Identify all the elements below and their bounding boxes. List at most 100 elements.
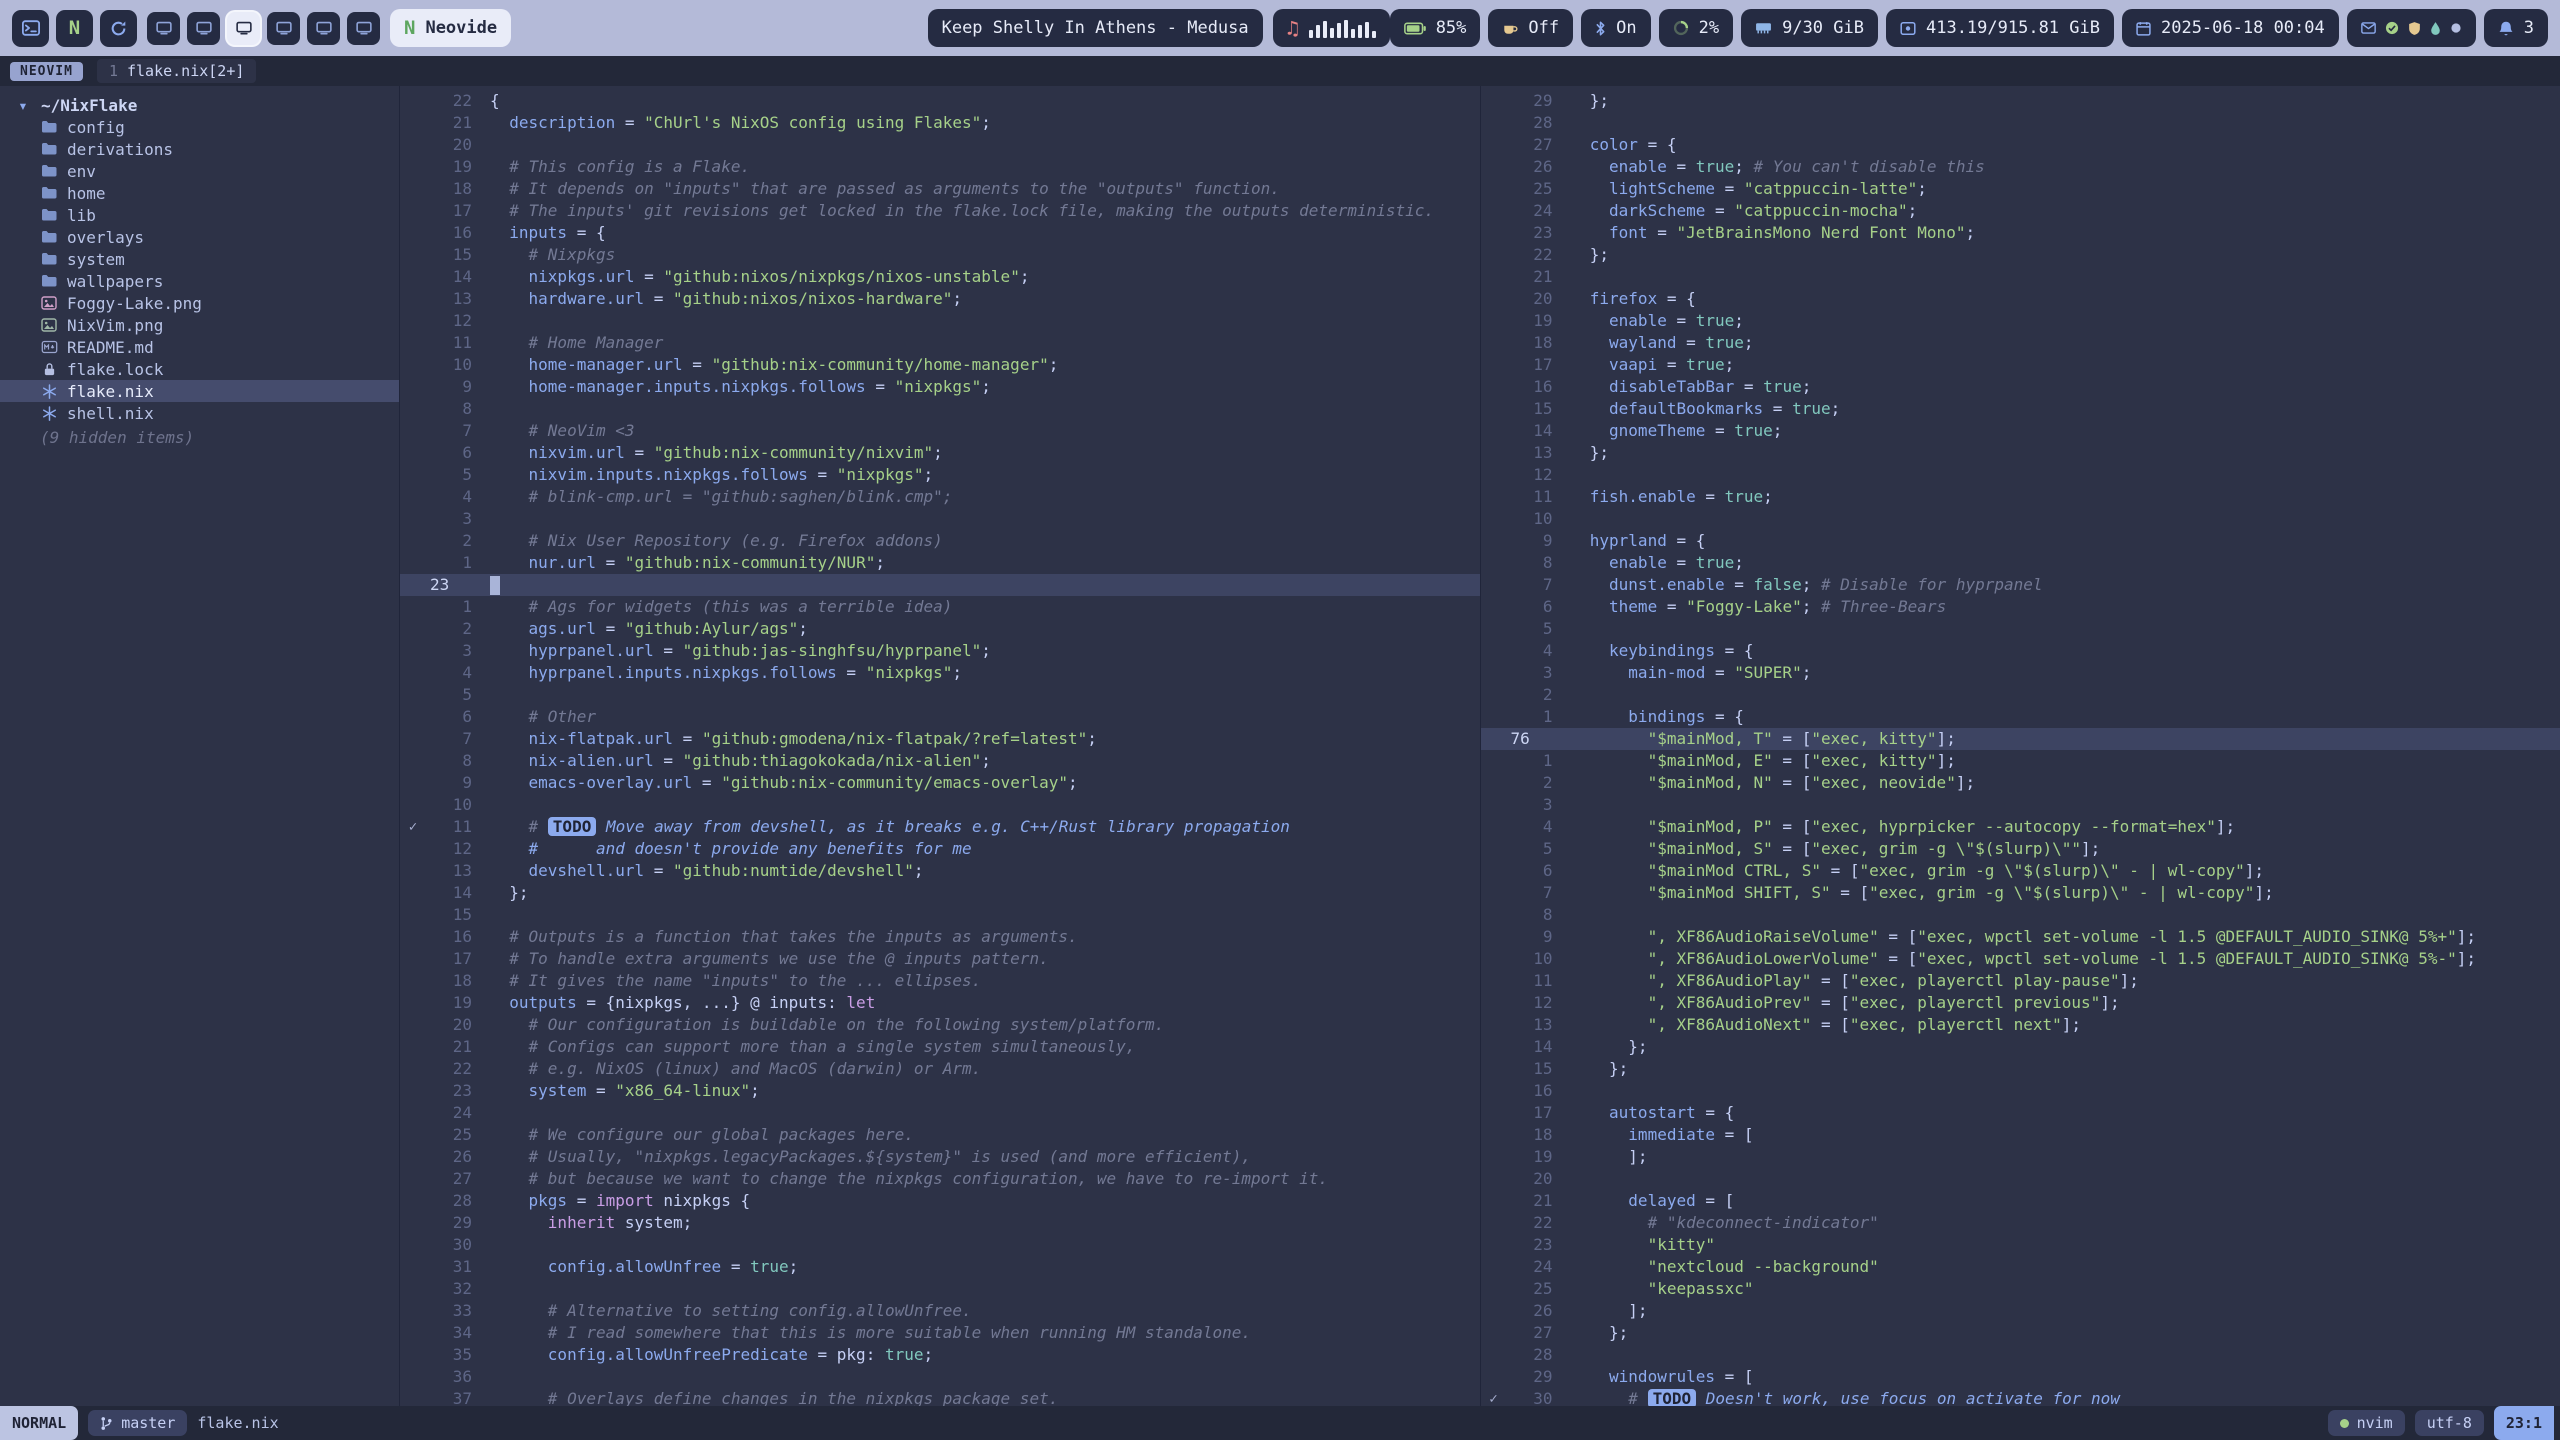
code-line[interactable]: 10 [400,794,1480,816]
code-line[interactable]: 2 [1481,684,2560,706]
code-line[interactable]: 27 # but because we want to change the n… [400,1168,1480,1190]
code-line[interactable]: 9 hyprland = { [1481,530,2560,552]
code-line[interactable]: 19 ]; [1481,1146,2560,1168]
bluetooth-pill[interactable]: On [1581,9,1650,47]
code-line[interactable]: 6 nixvim.url = "github:nix-community/nix… [400,442,1480,464]
code-line[interactable]: 7 nix-flatpak.url = "github:gmodena/nix-… [400,728,1480,750]
code-line[interactable]: 11 ", XF86AudioPlay" = ["exec, playerctl… [1481,970,2560,992]
code-line[interactable]: 6 # Other [400,706,1480,728]
tree-item-config[interactable]: config [0,116,399,138]
tree-item-overlays[interactable]: overlays [0,226,399,248]
code-line[interactable]: 13 ", XF86AudioNext" = ["exec, playerctl… [1481,1014,2560,1036]
code-line[interactable]: 23 font = "JetBrainsMono Nerd Font Mono"… [1481,222,2560,244]
memory-pill[interactable]: 9/30 GiB [1741,9,1878,47]
code-line[interactable]: 30 [400,1234,1480,1256]
code-line[interactable]: 29 }; [1481,90,2560,112]
clock-pill[interactable]: 2025-06-18 00:04 [2122,9,2339,47]
code-line[interactable]: 20 firefox = { [1481,288,2560,310]
code-line[interactable]: 14 }; [1481,1036,2560,1058]
tree-item-lib[interactable]: lib [0,204,399,226]
code-line[interactable]: 9 home-manager.inputs.nixpkgs.follows = … [400,376,1480,398]
code-line[interactable]: 2 ags.url = "github:Aylur/ags"; [400,618,1480,640]
terminal-button[interactable] [12,10,49,47]
code-line[interactable]: 3 [1481,794,2560,816]
workspace-button-1[interactable] [147,12,180,45]
code-line[interactable]: 34 # I read somewhere that this is more … [400,1322,1480,1344]
code-line[interactable]: 15 }; [1481,1058,2560,1080]
tree-root[interactable]: ▾ ~/NixFlake [0,94,399,116]
code-line[interactable]: 8 nix-alien.url = "github:thiagokokada/n… [400,750,1480,772]
disk-pill[interactable]: 413.19/915.81 GiB [1886,9,2114,47]
music-visualizer-pill[interactable]: ♫ [1273,9,1390,47]
code-line[interactable]: 37 # Overlays define changes in the nixp… [400,1388,1480,1406]
code-line[interactable]: 21 # Configs can support more than a sin… [400,1036,1480,1058]
code-line[interactable]: 13 hardware.url = "github:nixos/nixos-ha… [400,288,1480,310]
code-line[interactable]: 19 enable = true; [1481,310,2560,332]
workspace-button-3[interactable] [227,12,260,45]
workspace-button-2[interactable] [187,12,220,45]
code-line[interactable]: 18 # It gives the name "inputs" to the .… [400,970,1480,992]
code-line[interactable]: 24 [400,1102,1480,1124]
code-line[interactable]: 22 # "kdeconnect-indicator" [1481,1212,2560,1234]
code-line[interactable]: 13 devshell.url = "github:numtide/devshe… [400,860,1480,882]
code-line[interactable]: 29 inherit system; [400,1212,1480,1234]
code-line[interactable]: 19 # This config is a Flake. [400,156,1480,178]
code-line[interactable]: 8 [1481,904,2560,926]
code-line[interactable]: 18 immediate = [ [1481,1124,2560,1146]
code-line[interactable]: 12 ", XF86AudioPrev" = ["exec, playerctl… [1481,992,2560,1014]
battery-pill[interactable]: 85% [1390,9,1481,47]
code-line[interactable]: 4 "$mainMod, P" = ["exec, hyprpicker --a… [1481,816,2560,838]
tree-item-foggy-lake-png[interactable]: Foggy-Lake.png [0,292,399,314]
code-line[interactable]: 19 outputs = {nixpkgs, ...} @ inputs: le… [400,992,1480,1014]
code-line[interactable]: 17 autostart = { [1481,1102,2560,1124]
code-line[interactable]: 3 [400,508,1480,530]
code-line[interactable]: 9 ", XF86AudioRaiseVolume" = ["exec, wpc… [1481,926,2560,948]
code-line[interactable]: 22 # e.g. NixOS (linux) and MacOS (darwi… [400,1058,1480,1080]
tree-item-system[interactable]: system [0,248,399,270]
code-line[interactable]: 4 keybindings = { [1481,640,2560,662]
tree-item-home[interactable]: home [0,182,399,204]
code-line[interactable]: ✓30 # TODO Doesn't work, use focus_on_ac… [1481,1388,2560,1406]
code-line[interactable]: 35 config.allowUnfreePredicate = pkg: tr… [400,1344,1480,1366]
code-line[interactable]: 27 color = { [1481,134,2560,156]
code-line[interactable]: 5 nixvim.inputs.nixpkgs.follows = "nixpk… [400,464,1480,486]
tree-item-nixvim-png[interactable]: NixVim.png [0,314,399,336]
editor-pane-right[interactable]: 29 };2827 color = {26 enable = true; # Y… [1480,86,2560,1406]
code-line[interactable]: 25 lightScheme = "catppuccin-latte"; [1481,178,2560,200]
code-line[interactable]: 28 [1481,1344,2560,1366]
code-line[interactable]: 12 [1481,464,2560,486]
code-line[interactable]: 4 # blink-cmp.url = "github:saghen/blink… [400,486,1480,508]
code-line[interactable]: 26 enable = true; # You can't disable th… [1481,156,2560,178]
code-line[interactable]: 22 }; [1481,244,2560,266]
neovide-window-button[interactable]: N Neovide [390,9,511,47]
mail-tray-icon[interactable] [2361,22,2376,34]
code-line[interactable]: 5 "$mainMod, S" = ["exec, grim -g \"$(sl… [1481,838,2560,860]
tree-item-wallpapers[interactable]: wallpapers [0,270,399,292]
code-line[interactable]: 5 [400,684,1480,706]
tree-item-derivations[interactable]: derivations [0,138,399,160]
code-line[interactable]: 12 # and doesn't provide any benefits fo… [400,838,1480,860]
code-line[interactable]: 11 # Home Manager [400,332,1480,354]
tree-item-shell-nix[interactable]: shell.nix [0,402,399,424]
code-line[interactable]: 1 # Ags for widgets (this was a terrible… [400,596,1480,618]
cloud-tray-icon[interactable] [2430,21,2441,36]
code-line[interactable]: 10 [1481,508,2560,530]
code-line[interactable]: 2 "$mainMod, N" = ["exec, neovide"]; [1481,772,2560,794]
code-line[interactable]: 18 # It depends on "inputs" that are pas… [400,178,1480,200]
code-line[interactable]: 14 gnomeTheme = true; [1481,420,2560,442]
code-line[interactable]: 16 disableTabBar = true; [1481,376,2560,398]
code-line[interactable]: 8 [400,398,1480,420]
tab-flake-nix[interactable]: 1 flake.nix[2+] [97,59,256,83]
cursor-line[interactable]: 76 "$mainMod, T" = ["exec, kitty"]; [1481,728,2560,750]
key-tray-icon[interactable] [2450,22,2462,34]
code-line[interactable]: 29 windowrules = [ [1481,1366,2560,1388]
tree-item-flake-nix[interactable]: flake.nix [0,380,399,402]
git-branch-segment[interactable]: master [88,1410,187,1436]
code-line[interactable]: 24 darkScheme = "catppuccin-mocha"; [1481,200,2560,222]
code-line[interactable]: 9 emacs-overlay.url = "github:nix-commun… [400,772,1480,794]
code-line[interactable]: 15 [400,904,1480,926]
code-line[interactable]: 33 # Alternative to setting config.allow… [400,1300,1480,1322]
editor-pane-left[interactable]: 22{21 description = "ChUrl's NixOS confi… [400,86,1480,1406]
code-line[interactable]: 25 "keepassxc" [1481,1278,2560,1300]
code-line[interactable]: 7 dunst.enable = false; # Disable for hy… [1481,574,2560,596]
